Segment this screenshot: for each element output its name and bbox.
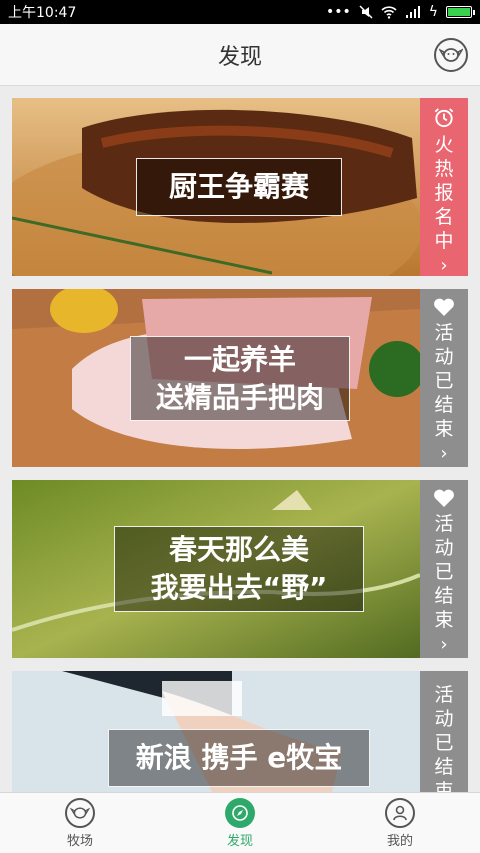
card-title: 厨王争霸赛 <box>136 158 342 216</box>
nav-label: 发现 <box>226 833 253 849</box>
sheep-profile-button[interactable] <box>434 38 468 72</box>
status-icons: ••• ϟ <box>325 4 475 20</box>
card-title: 新浪 携手 e牧宝 <box>108 729 370 787</box>
card-title-line: 春天那么美 <box>168 533 309 566</box>
alarm-clock-icon <box>434 108 454 128</box>
battery-icon <box>446 6 475 18</box>
card-title-line: 送精品手把肉 <box>155 380 324 414</box>
header: 发现 <box>0 24 480 86</box>
sheep-icon <box>439 48 463 62</box>
activity-card[interactable]: 春天那么美 我要出去“野” 活动已结束 › <box>12 480 468 658</box>
heart-icon <box>434 298 454 316</box>
mute-icon <box>359 5 373 19</box>
status-bar: 上午10:47 ••• ϟ <box>0 0 480 24</box>
status-label: 活动已结束 <box>434 322 454 440</box>
card-title: 一起养羊 送精品手把肉 <box>130 336 350 421</box>
card-title-line: 新浪 携手 e牧宝 <box>135 741 343 774</box>
activity-status-hot[interactable]: 火热报名中 › <box>420 98 468 276</box>
card-title-line: 一起养羊 <box>183 342 296 376</box>
status-label: 活动已结束 <box>434 684 454 792</box>
compass-icon <box>225 797 255 828</box>
activity-status-ended[interactable]: 活动已结束 › <box>420 289 468 467</box>
nav-tab-mine[interactable]: 我的 <box>320 793 480 853</box>
nav-label: 我的 <box>386 833 413 849</box>
card-title: 春天那么美 我要出去“野” <box>114 526 364 612</box>
more-icon: ••• <box>325 4 351 20</box>
status-label: 火热报名中 <box>434 134 454 252</box>
page-title: 发现 <box>217 44 262 70</box>
signal-icon <box>405 6 420 18</box>
chevron-right-icon: › <box>440 443 448 464</box>
activity-card[interactable]: 一起养羊 送精品手把肉 活动已结束 › <box>12 289 468 467</box>
bottom-navigation: 牧场 发现 我的 <box>0 792 480 853</box>
chevron-right-icon: › <box>440 255 448 276</box>
activity-feed[interactable]: 厨王争霸赛 火热报名中 › 一起养羊 送精品手把肉 活动已结束 › 春天那么美 … <box>0 86 480 792</box>
charging-icon: ϟ <box>428 4 438 20</box>
chevron-right-icon: › <box>440 634 448 655</box>
activity-status-ended[interactable]: 活动已结束 <box>420 671 468 792</box>
status-label: 活动已结束 <box>434 513 454 631</box>
nav-label: 牧场 <box>66 833 93 849</box>
card-title-line: 厨王争霸赛 <box>168 170 309 203</box>
card-title-line: 我要出去“野” <box>150 571 328 604</box>
user-icon <box>385 797 415 828</box>
activity-card[interactable]: 厨王争霸赛 火热报名中 › <box>12 98 468 276</box>
activity-status-ended[interactable]: 活动已结束 › <box>420 480 468 658</box>
activity-card[interactable]: 新浪 携手 e牧宝 活动已结束 <box>12 671 468 792</box>
heart-icon <box>434 489 454 507</box>
nav-tab-ranch[interactable]: 牧场 <box>0 793 160 853</box>
sheep-icon <box>65 797 95 828</box>
nav-tab-discover[interactable]: 发现 <box>160 793 320 853</box>
status-time: 上午10:47 <box>8 5 77 21</box>
wifi-icon <box>381 6 397 19</box>
